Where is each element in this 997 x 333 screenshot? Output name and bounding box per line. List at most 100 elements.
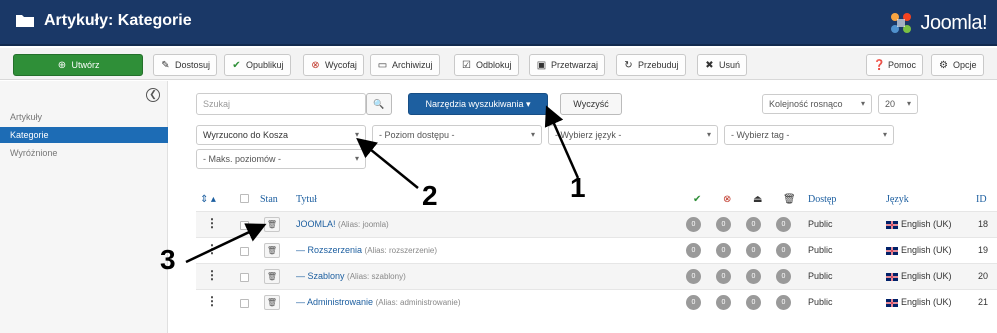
language-text: English (UK) — [901, 271, 952, 281]
search-button[interactable]: 🔍 — [366, 93, 392, 115]
clear-button[interactable]: Wyczyść — [560, 93, 622, 115]
sidebar-item-featured[interactable]: Wyróżnione — [0, 145, 168, 161]
title-header[interactable]: Tytuł — [296, 194, 317, 205]
access-value: Public — [808, 271, 833, 281]
uk-flag-icon — [886, 298, 898, 307]
batch-label: Przetwarzaj — [551, 60, 599, 70]
drag-handle-icon[interactable]: ⋮ — [206, 216, 218, 230]
count-badge[interactable]: 0 — [776, 243, 791, 258]
table-row[interactable]: ⋮ 🗑 — Szablony (Alias: szablony) 0 0 0 0… — [196, 263, 997, 289]
collapse-sidebar-icon[interactable]: ❮ — [146, 88, 160, 102]
count-badge[interactable]: 0 — [686, 217, 701, 232]
checkin-button[interactable]: ☑ Odblokuj — [454, 54, 519, 76]
language-filter-select[interactable]: - Wybierz język - ▾ — [548, 125, 718, 145]
count-badge[interactable]: 0 — [716, 295, 731, 310]
count-badge[interactable]: 0 — [746, 243, 761, 258]
sidebar-item-articles[interactable]: Artykuły — [0, 109, 168, 125]
count-badge[interactable]: 0 — [776, 217, 791, 232]
archived-icon[interactable]: ⏏ — [753, 194, 762, 205]
count-badge[interactable]: 0 — [746, 217, 761, 232]
unpublished-icon[interactable]: ⊗ — [723, 194, 731, 205]
language-value: English (UK) — [886, 271, 952, 281]
trashed-icon[interactable]: 🗑 — [783, 194, 796, 205]
category-title-link[interactable]: — Rozszerzenia — [296, 245, 362, 255]
edit-button[interactable]: ✎ Dostosuj — [153, 54, 218, 76]
published-check-icon[interactable]: ✔ — [693, 194, 701, 205]
alias-text: (Alias: rozszerzenie) — [364, 246, 438, 255]
row-checkbox[interactable] — [240, 299, 249, 308]
access-filter-select[interactable]: - Poziom dostępu - ▾ — [372, 125, 542, 145]
toolbar: ⊕ Utwórz ✎ Dostosuj ✔ Opublikuj ⊗ Wycofaj ▭ A… — [0, 48, 997, 80]
batch-button[interactable]: ▣ Przetwarzaj — [529, 54, 606, 76]
count-badge[interactable]: 0 — [746, 295, 761, 310]
publish-button[interactable]: ✔ Opublikuj — [224, 54, 291, 76]
drag-handle-icon[interactable]: ⋮ — [206, 294, 218, 308]
rebuild-button[interactable]: ↻ Przebuduj — [616, 54, 686, 76]
drag-handle-icon[interactable]: ⋮ — [206, 268, 218, 282]
joomla-logo[interactable]: Joomla! — [888, 10, 987, 36]
delete-label: Usuń — [719, 60, 741, 70]
language-value: English (UK) — [886, 297, 952, 307]
edit-icon: ✎ — [161, 59, 170, 71]
category-title-link[interactable]: — Szablony — [296, 271, 345, 281]
plus-circle-icon: ⊕ — [57, 59, 67, 71]
trash-status-button[interactable]: 🗑 — [264, 295, 280, 310]
unpublish-button[interactable]: ⊗ Wycofaj — [303, 54, 364, 76]
trash-status-button[interactable]: 🗑 — [264, 217, 280, 232]
id-header[interactable]: ID — [976, 194, 987, 205]
trash-status-button[interactable]: 🗑 — [264, 269, 280, 284]
count-badge[interactable]: 0 — [716, 269, 731, 284]
count-badge[interactable]: 0 — [686, 295, 701, 310]
count-badge[interactable]: 0 — [686, 243, 701, 258]
max-levels-select[interactable]: - Maks. poziomów - ▾ — [196, 149, 366, 169]
access-value: Public — [808, 219, 833, 229]
category-title-link[interactable]: — Administrowanie — [296, 297, 373, 307]
limit-select[interactable]: 20 ▾ — [878, 94, 918, 114]
tag-filter-select[interactable]: - Wybierz tag - ▾ — [724, 125, 894, 145]
help-button[interactable]: ❓ Pomoc — [866, 54, 924, 76]
ordering-value: Kolejność rosnąco — [769, 99, 843, 109]
trash-status-button[interactable]: 🗑 — [264, 243, 280, 258]
uk-flag-icon — [886, 246, 898, 255]
edit-label: Dostosuj — [175, 60, 211, 70]
chevron-down-icon: ▾ — [706, 130, 711, 139]
count-badge[interactable]: 0 — [716, 217, 731, 232]
callout-2-label: 2 — [422, 180, 438, 211]
row-checkbox[interactable] — [240, 247, 249, 256]
access-value: Public — [808, 297, 833, 307]
new-button[interactable]: ⊕ Utwórz — [13, 54, 143, 76]
options-button[interactable]: ⚙ Opcje — [931, 54, 984, 76]
id-value: 18 — [978, 219, 989, 229]
count-badge[interactable]: 0 — [686, 269, 701, 284]
count-badge[interactable]: 0 — [746, 269, 761, 284]
sidebar-item-categories[interactable]: Kategorie — [0, 127, 168, 143]
row-checkbox[interactable] — [240, 273, 249, 282]
chevron-down-icon: ▾ — [530, 130, 535, 139]
select-all-checkbox[interactable] — [240, 194, 249, 203]
row-checkbox[interactable] — [240, 221, 249, 230]
count-badge[interactable]: 0 — [716, 243, 731, 258]
id-value: 19 — [978, 245, 989, 255]
ordering-select[interactable]: Kolejność rosnąco ▾ — [762, 94, 872, 114]
search-tools-button[interactable]: Narzędzia wyszukiwania ▾ — [408, 93, 548, 115]
search-input[interactable]: Szukaj — [196, 93, 366, 115]
table-row[interactable]: ⋮ 🗑 JOOMLA! (Alias: joomla) 0 0 0 0 Publ… — [196, 211, 997, 237]
chevron-down-icon: ▾ — [882, 130, 887, 139]
options-label: Opcje — [953, 60, 977, 70]
table-row[interactable]: ⋮ 🗑 — Rozszerzenia (Alias: rozszerzenie)… — [196, 237, 997, 263]
batch-icon: ▣ — [536, 59, 547, 71]
category-title-link[interactable]: JOOMLA! — [296, 219, 336, 229]
status-header[interactable]: Stan — [260, 194, 278, 205]
count-badge[interactable]: 0 — [776, 269, 791, 284]
access-header[interactable]: Dostęp — [808, 194, 836, 205]
status-filter-select[interactable]: Wyrzucono do Kosza ▾ — [196, 125, 366, 145]
access-filter-value: - Poziom dostępu - — [379, 130, 455, 140]
uk-flag-icon — [886, 220, 898, 229]
count-badge[interactable]: 0 — [776, 295, 791, 310]
table-row[interactable]: ⋮ 🗑 — Administrowanie (Alias: administro… — [196, 289, 997, 315]
sort-header[interactable]: ⇕ ▴ — [200, 194, 216, 205]
delete-button[interactable]: ✖ Usuń — [697, 54, 748, 76]
drag-handle-icon[interactable]: ⋮ — [206, 242, 218, 256]
language-header[interactable]: Język — [886, 194, 909, 205]
archive-button[interactable]: ▭ Archiwizuj — [370, 54, 440, 76]
